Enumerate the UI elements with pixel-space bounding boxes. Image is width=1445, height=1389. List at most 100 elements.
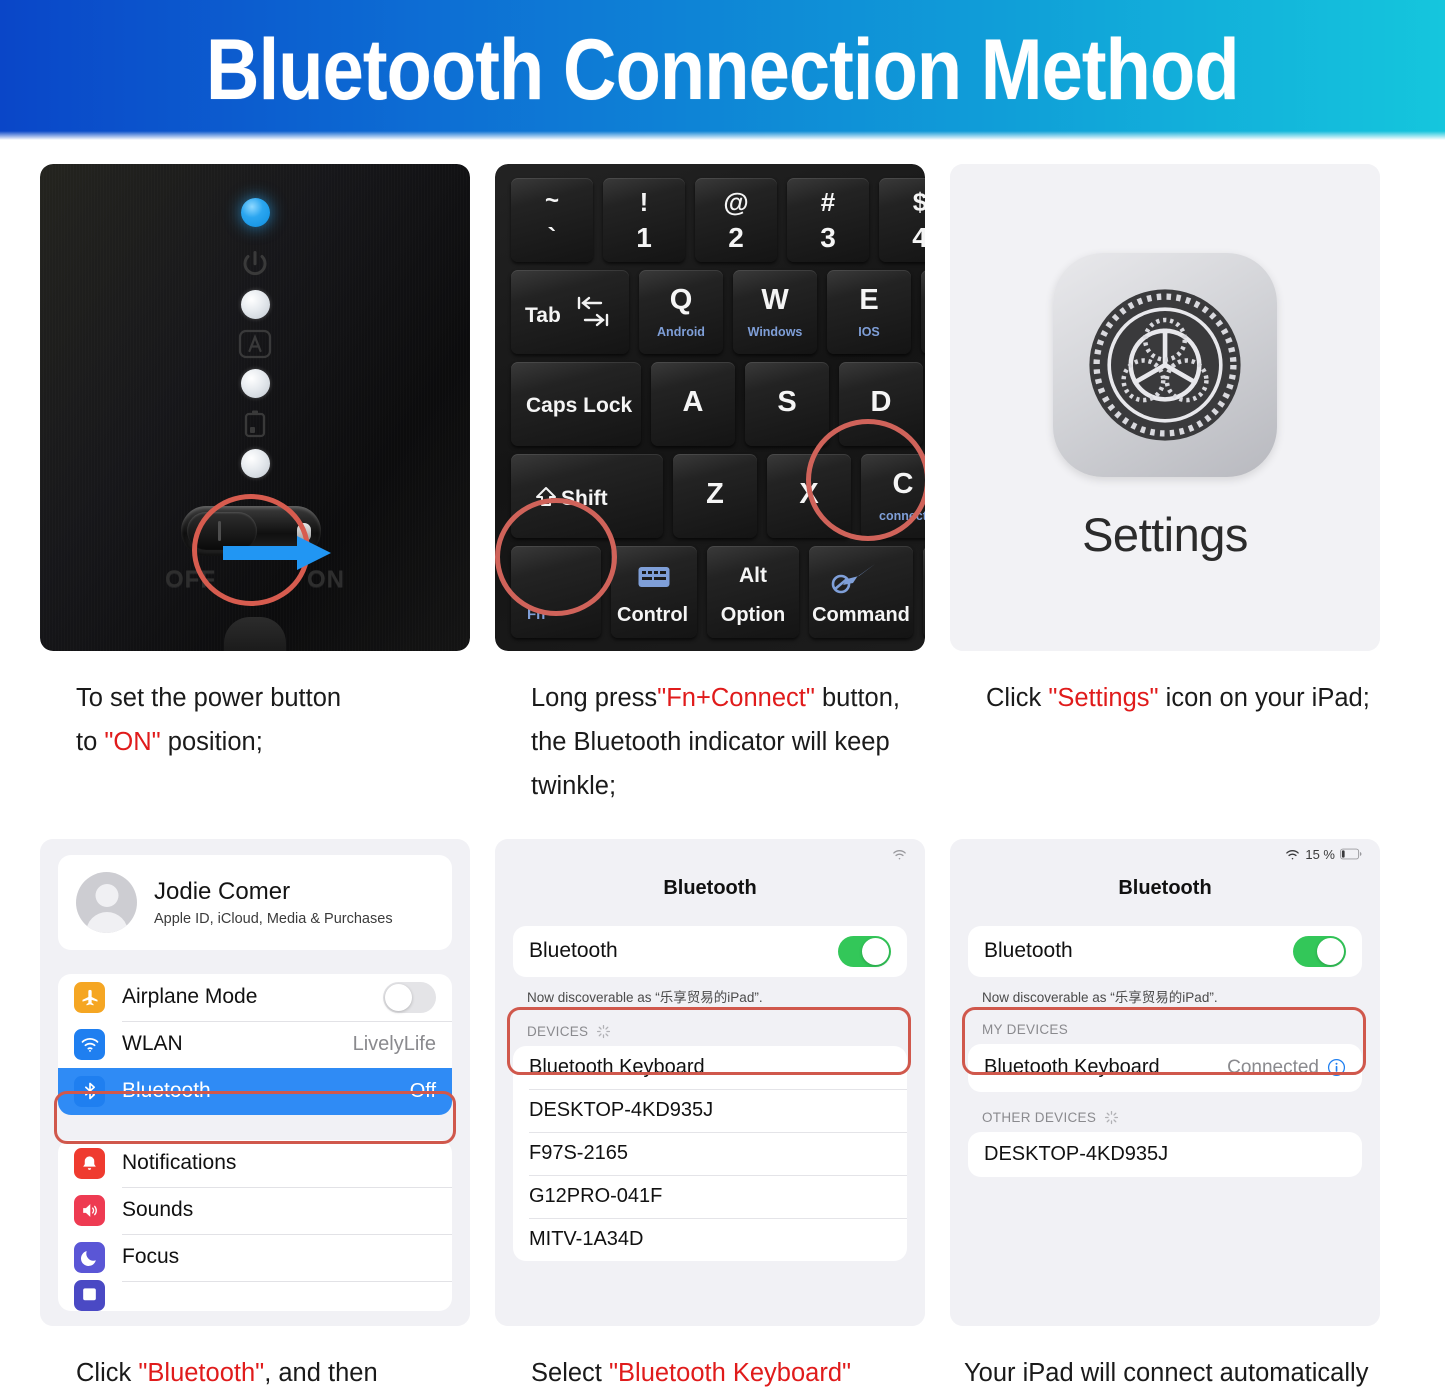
key-4-top: $ (912, 187, 925, 217)
key-3[interactable]: # 3 (787, 178, 869, 262)
key-backtick[interactable]: ~ ` (511, 178, 593, 262)
key-3-main: 3 (820, 222, 836, 253)
command-pointer-icon (831, 564, 875, 594)
battery-led (240, 369, 270, 398)
device-name: Bluetooth Keyboard (529, 1055, 705, 1078)
list-item[interactable]: Bluetooth Keyboard Connected (968, 1044, 1362, 1092)
bluetooth-led (240, 198, 270, 227)
gear-icon[interactable] (1053, 253, 1277, 477)
sidebar-item-sounds-label: Sounds (122, 1198, 194, 1222)
page-header: Bluetooth Connection Method (0, 0, 1445, 140)
key-z-main: Z (706, 478, 724, 510)
wlan-network-value: LivelyLife (352, 1032, 436, 1055)
key-e-sub: IOS (858, 325, 880, 339)
key-caps-lock[interactable]: Caps Lock (511, 362, 641, 446)
key-a[interactable]: A (651, 362, 735, 446)
list-item[interactable]: DESKTOP-4KD935J (513, 1088, 907, 1132)
bluetooth-toggle-row[interactable]: Bluetooth (513, 926, 907, 977)
key-tab[interactable]: Tab (511, 270, 629, 354)
key-e-main: E (859, 284, 879, 316)
sidebar-item-sounds[interactable]: Sounds (58, 1186, 452, 1234)
device-name: Bluetooth Keyboard (984, 1056, 1160, 1079)
ios-settings-screen: Jodie Comer Apple ID, iCloud, Media & Pu… (40, 838, 470, 1326)
sidebar-item-notifications-label: Notifications (122, 1151, 237, 1175)
bluetooth-toggle-card: Bluetooth (968, 925, 1362, 977)
key-q-sub: Android (657, 325, 705, 339)
device-name: MITV-1A34D (529, 1227, 644, 1250)
other-devices-label: OTHER DEVICES (982, 1109, 1097, 1125)
notifications-group: Notifications Sounds Focus (58, 1139, 452, 1311)
list-item[interactable]: MITV-1A34D (513, 1217, 907, 1261)
key-tab-label: Tab (525, 304, 561, 327)
key-command-label: Command (812, 604, 910, 626)
key-w[interactable]: W Windows (733, 270, 817, 354)
other-devices-list: DESKTOP-4KD935J (968, 1131, 1362, 1177)
steps-grid: OFF ON To set the power button to "ON" p… (0, 140, 1445, 1389)
key-2[interactable]: @ 2 (695, 178, 777, 262)
bluetooth-toggle-label: Bluetooth (984, 939, 1073, 963)
battery-percentage: 15 % (1305, 846, 1335, 862)
sidebar-item-wlan[interactable]: WLAN LivelyLife (58, 1020, 452, 1068)
sidebar-item-notifications[interactable]: Notifications (58, 1140, 452, 1187)
page-title: Bluetooth Connection Method (206, 21, 1239, 118)
step-auto-connect: 15 % Bluetooth Bluetooth Now discoverabl… (950, 838, 1405, 1389)
key-s[interactable]: S (745, 362, 829, 446)
sidebar-item-airplane-mode[interactable]: Airplane Mode (58, 974, 452, 1021)
device-name: DESKTOP-4KD935J (529, 1098, 714, 1121)
key-2-top: @ (723, 187, 749, 217)
device-connection-status: Connected (1227, 1057, 1346, 1079)
keyboard-device-body: OFF ON (40, 164, 470, 651)
bluetooth-toggle[interactable] (1293, 935, 1346, 967)
list-item[interactable]: G12PRO-041F (513, 1174, 907, 1218)
key-1[interactable]: ! 1 (603, 178, 685, 262)
key-q[interactable]: Q Android (639, 270, 723, 354)
key-4[interactable]: $ 4 (879, 178, 925, 262)
bluetooth-toggle[interactable] (838, 935, 891, 967)
device-indicator-column (238, 198, 272, 478)
wifi-icon (74, 1028, 105, 1060)
highlight-ring-fn-key (495, 498, 617, 616)
caption-power-switch: To set the power button to "ON" position… (76, 684, 342, 756)
bluetooth-devices-panel: Bluetooth Bluetooth Now discoverable as … (495, 838, 925, 1326)
bluetooth-screen: Bluetooth Bluetooth Now discoverable as … (495, 838, 925, 1326)
status-bar: 15 % (1285, 847, 1362, 862)
tab-arrows-icon (577, 296, 609, 327)
info-circle-icon[interactable] (1327, 1058, 1346, 1077)
caption-highlight-settings: "Settings" (1048, 684, 1159, 712)
settings-app-tile[interactable]: Settings (950, 164, 1380, 651)
gear-icon-graphic (1089, 289, 1241, 441)
step-power-switch: OFF ON To set the power button to "ON" p… (40, 164, 495, 809)
key-alt-option[interactable]: Alt Option (707, 546, 799, 638)
list-item[interactable]: F97S-2165 (513, 1131, 907, 1175)
bluetooth-toggle-row[interactable]: Bluetooth (968, 926, 1362, 977)
device-round-button[interactable] (224, 617, 286, 651)
key-command[interactable]: Command (809, 546, 913, 638)
key-a-main: A (682, 386, 704, 418)
caption-open-settings: Click "Settings" icon on your iPad; (986, 684, 1370, 712)
key-q-main: Q (669, 284, 693, 316)
steps-row-1: OFF ON To set the power button to "ON" p… (40, 164, 1405, 809)
sidebar-item-bluetooth[interactable]: Bluetooth Off (58, 1067, 452, 1115)
key-e[interactable]: E IOS (827, 270, 911, 354)
key-globe[interactable] (923, 546, 925, 638)
list-item[interactable]: Bluetooth Keyboard (513, 1046, 907, 1089)
wifi-icon (1286, 849, 1300, 859)
key-z[interactable]: Z (673, 454, 757, 538)
key-backtick-main: ` (547, 222, 557, 252)
sidebar-item-focus[interactable]: Focus (58, 1233, 452, 1281)
bluetooth-page-title: Bluetooth (1118, 876, 1212, 899)
apple-id-card[interactable]: Jodie Comer Apple ID, iCloud, Media & Pu… (58, 854, 452, 950)
bluetooth-connected-screen: 15 % Bluetooth Bluetooth Now discoverabl… (950, 838, 1380, 1326)
bluetooth-device-list: Bluetooth Keyboard DESKTOP-4KD935J F97S-… (513, 1045, 907, 1261)
other-devices-section-header: OTHER DEVICES (982, 1110, 1362, 1125)
list-item[interactable]: DESKTOP-4KD935J (968, 1132, 1362, 1177)
apple-id-row[interactable]: Jodie Comer Apple ID, iCloud, Media & Pu… (58, 855, 452, 950)
device-status-text: Connected (1227, 1056, 1319, 1078)
key-r[interactable]: R (921, 270, 925, 354)
direction-arrow-icon (223, 536, 331, 570)
moon-icon (74, 1241, 105, 1273)
my-devices-section-header: MY DEVICES (982, 1022, 1362, 1037)
key-control[interactable]: Control (611, 546, 697, 638)
airplane-mode-toggle[interactable] (383, 981, 436, 1013)
sidebar-item-screen-time[interactable] (58, 1280, 452, 1311)
